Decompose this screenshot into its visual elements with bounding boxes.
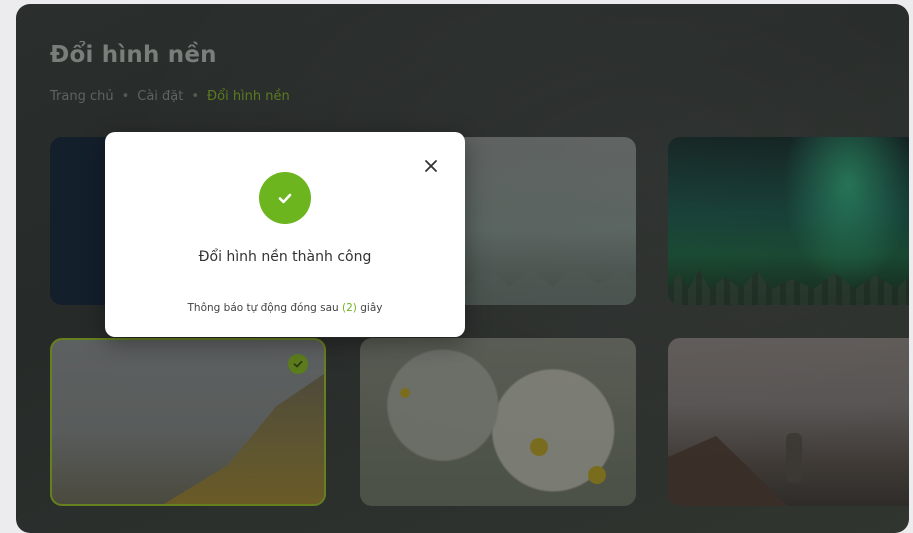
daisy-center <box>400 388 410 398</box>
countdown-seconds: (2) <box>342 302 357 314</box>
breadcrumb-separator: • <box>191 89 200 104</box>
hill-shape <box>668 436 788 506</box>
page-title: Đổi hình nền <box>50 42 217 68</box>
wallpaper-tile-person-sunset[interactable] <box>668 338 909 506</box>
aurora-glow <box>778 137 909 297</box>
breadcrumb: Trang chủ • Cài đặt • Đổi hình nền <box>50 89 290 104</box>
breadcrumb-current: Đổi hình nền <box>207 89 290 104</box>
wallpaper-tile-daisies[interactable] <box>360 338 636 506</box>
breadcrumb-settings[interactable]: Cài đặt <box>137 89 183 104</box>
wallpaper-tile-mountain-coast[interactable] <box>50 338 326 506</box>
daisy-center <box>530 438 548 456</box>
auto-close-suffix: giây <box>356 302 383 314</box>
wallpaper-tile-aurora[interactable] <box>668 137 909 305</box>
close-icon[interactable] <box>421 156 441 176</box>
person-silhouette <box>786 433 802 483</box>
auto-close-prefix: Thông báo tự động đóng sau <box>187 302 343 314</box>
selected-check-icon <box>288 354 308 374</box>
auto-close-note: Thông báo tự động đóng sau (2) giây <box>105 302 465 314</box>
daisy-center <box>588 466 606 484</box>
breadcrumb-home[interactable]: Trang chủ <box>50 89 114 104</box>
success-dialog: Đổi hình nền thành công Thông báo tự độn… <box>105 132 465 337</box>
mountain-shape <box>164 374 324 504</box>
success-message: Đổi hình nền thành công <box>198 249 372 265</box>
check-icon <box>259 172 311 224</box>
breadcrumb-separator: • <box>121 89 130 104</box>
